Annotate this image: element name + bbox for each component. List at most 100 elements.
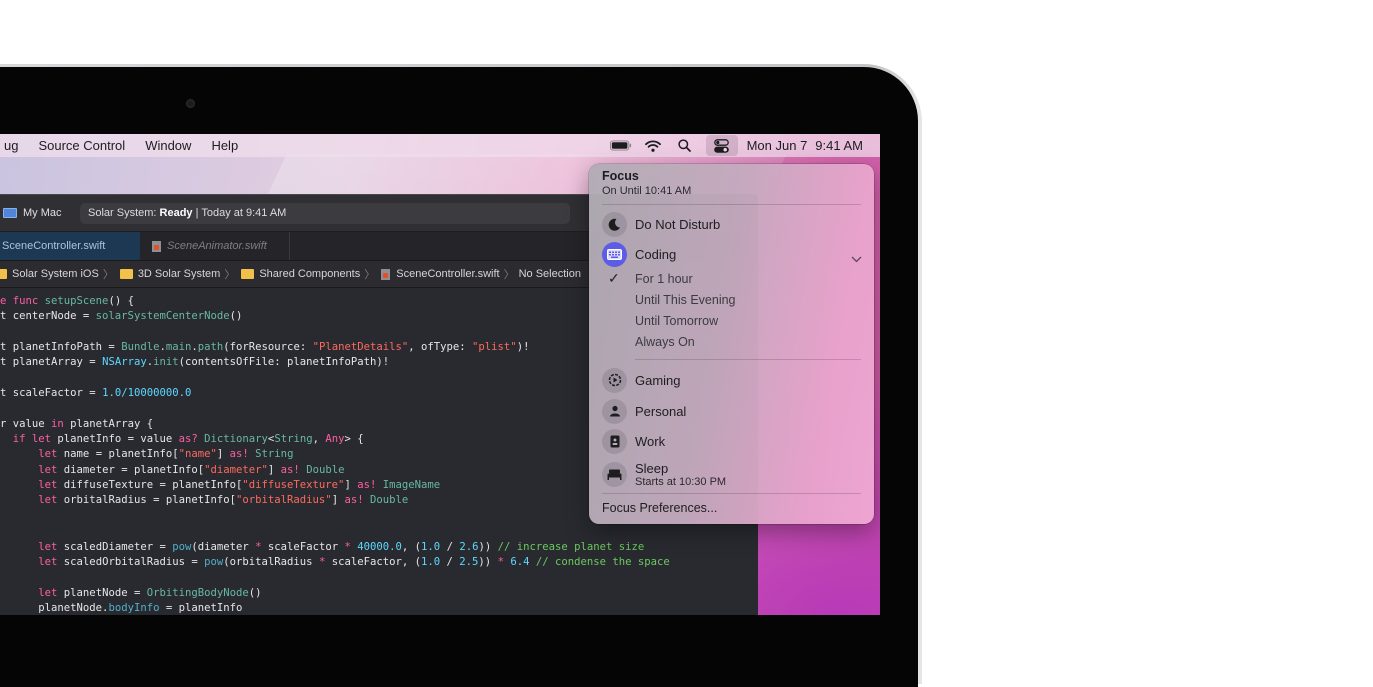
focus-mode-do-not-disturb[interactable]: Do Not Disturb: [602, 211, 720, 237]
breadcrumb-project[interactable]: Solar System iOS: [0, 268, 99, 280]
focus-mode-label: Gaming: [635, 372, 681, 388]
code-token: planetArray {: [63, 417, 154, 430]
code-token: "name": [178, 448, 217, 461]
focus-mode-label: Do Not Disturb: [635, 216, 721, 232]
moon-icon: [602, 211, 627, 237]
tab-scene-animator[interactable]: SceneAnimator.swift: [140, 232, 290, 260]
code-token: )): [478, 540, 492, 553]
code-token: /: [440, 555, 460, 568]
code-token: 1.0/10000000.0: [102, 387, 192, 400]
breadcrumb-group[interactable]: 3D Solar System: [118, 268, 220, 280]
code-token: > {: [344, 433, 364, 446]
menu-debug[interactable]: ug: [0, 134, 28, 157]
code-token: if let: [12, 433, 52, 446]
code-token: as!: [344, 494, 364, 507]
code-token: scaleFactor, (: [325, 555, 421, 568]
code-token: = planetInfo: [159, 601, 243, 614]
menu-source-control[interactable]: Source Control: [28, 134, 135, 157]
menu-clock[interactable]: Mon Jun 7 9:41 AM: [743, 138, 880, 153]
focus-mode-work[interactable]: Work: [602, 428, 665, 454]
code-token: Bundle: [121, 341, 160, 354]
breadcrumb-separator: 〉: [224, 269, 236, 281]
code-token: Any: [325, 433, 345, 446]
swift-file-icon: [152, 240, 161, 252]
search-icon[interactable]: [674, 135, 696, 156]
tab-scene-controller[interactable]: SceneController.swift: [0, 232, 140, 260]
code-token: let: [38, 479, 58, 492]
code-token: /: [440, 540, 460, 553]
menu-window[interactable]: Window: [135, 134, 201, 157]
code-token: func: [12, 295, 45, 307]
duration-until-this-evening[interactable]: Until This Evening: [635, 293, 736, 307]
focus-mode-sleep[interactable]: Sleep Starts at 10:30 PM: [602, 459, 726, 489]
code-token: )!: [516, 341, 530, 354]
code-line: let planetNode = OrbitingBodyNode(): [0, 586, 758, 601]
code-token: let: [38, 555, 58, 568]
breadcrumb-label: Shared Components: [259, 268, 361, 280]
run-destination[interactable]: My Mac: [0, 195, 62, 231]
code-token: // condense the space: [529, 555, 670, 568]
code-token: let: [38, 463, 58, 476]
tab-label: SceneAnimator.swift: [167, 240, 267, 252]
duration-for-1-hour[interactable]: For 1 hour: [635, 272, 693, 286]
code-token: *: [491, 555, 504, 568]
chevron-down-icon[interactable]: [851, 250, 862, 268]
duration-until-tomorrow[interactable]: Until Tomorrow: [635, 314, 718, 328]
duration-always-on[interactable]: Always On: [635, 335, 695, 349]
focus-mode-personal[interactable]: Personal: [602, 398, 686, 424]
control-center-icon[interactable]: [705, 135, 738, 156]
focus-mode-gaming[interactable]: Gaming: [602, 367, 681, 393]
code-token: let: [38, 448, 58, 461]
code-token: Dictionary: [204, 433, 268, 446]
focus-menu: Focus On Until 10:41 AM Do Not Disturb C…: [589, 164, 874, 524]
code-token: ,: [312, 433, 326, 446]
code-token: as!: [357, 479, 377, 492]
person-icon: [602, 398, 627, 424]
code-token: e: [0, 295, 13, 307]
code-token: scaledDiameter =: [57, 540, 173, 553]
code-token: , (: [401, 540, 422, 553]
breadcrumb-separator: 〉: [503, 269, 515, 281]
code-token: diameter = planetInfo[: [57, 463, 205, 476]
code-token: "PlanetDetails": [312, 341, 409, 354]
run-destination-label: My Mac: [23, 207, 62, 219]
wifi-icon[interactable]: [642, 135, 664, 156]
code-token: () {: [108, 295, 134, 307]
checkmark-icon: ✓: [608, 270, 620, 286]
code-token: Double: [299, 463, 345, 476]
clock-date: Mon Jun 7: [746, 138, 808, 153]
code-token: ]: [331, 494, 345, 507]
divider: [635, 359, 861, 360]
code-token: setupScene: [44, 295, 109, 307]
code-token: ]: [344, 479, 358, 492]
breadcrumb-file[interactable]: SceneController.swift: [379, 268, 500, 280]
code-token: name = planetInfo[: [57, 448, 179, 461]
code-token: 1.0: [421, 540, 441, 553]
code-token: , ofType:: [408, 341, 473, 354]
battery-icon[interactable]: [609, 135, 632, 156]
keyboard-icon: [602, 241, 627, 267]
code-line: let scaledDiameter = pow(diameter * scal…: [0, 540, 758, 555]
code-token: (contentsOfFile: planetInfoPath)!: [178, 356, 390, 369]
focus-preferences-link[interactable]: Focus Preferences...: [602, 501, 717, 515]
status-project: Solar System:: [88, 207, 160, 219]
focus-subtitle: On Until 10:41 AM: [602, 185, 692, 197]
code-token: as!: [280, 463, 300, 476]
menu-help[interactable]: Help: [201, 134, 248, 157]
code-token: 2.6: [459, 540, 479, 553]
code-token: 2.5: [459, 555, 479, 568]
code-token: main: [165, 341, 192, 354]
code-token: scaledOrbitalRadius =: [57, 555, 205, 568]
breadcrumb-separator: 〉: [364, 269, 376, 281]
bed-icon: [602, 461, 627, 487]
code-token: // increase planet size: [491, 540, 645, 553]
code-token: diffuseTexture = planetInfo[: [57, 479, 243, 492]
focus-mode-coding[interactable]: Coding: [602, 241, 676, 267]
focus-mode-label: Personal: [635, 403, 687, 419]
code-token: ]: [267, 463, 281, 476]
breadcrumb-selection[interactable]: No Selection: [519, 268, 581, 280]
badge-icon: [602, 428, 627, 454]
breadcrumb-subgroup[interactable]: Shared Components: [239, 268, 360, 280]
